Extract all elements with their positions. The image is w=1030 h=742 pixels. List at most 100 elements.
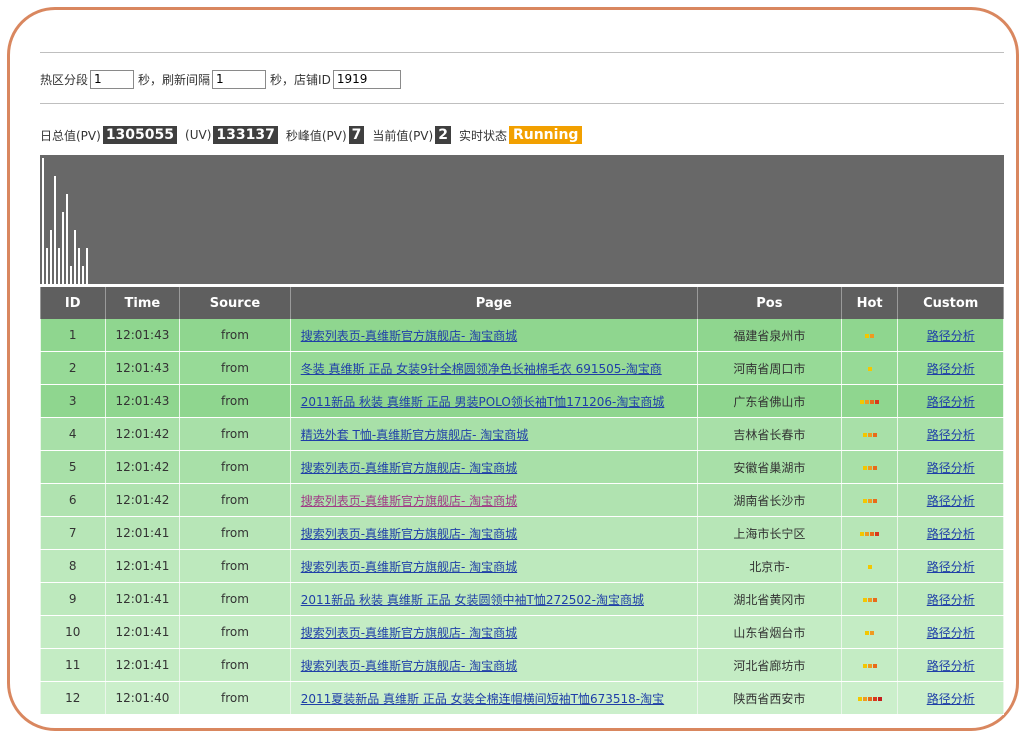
page-link[interactable]: 精选外套 T恤-真维斯官方旗舰店- 淘宝商城 [301, 428, 529, 442]
hot-square [862, 696, 867, 701]
hot-square [872, 498, 877, 503]
path-analysis-link[interactable]: 路径分析 [927, 659, 975, 673]
path-analysis-link[interactable]: 路径分析 [927, 362, 975, 376]
path-analysis-link[interactable]: 路径分析 [927, 527, 975, 541]
cell-source: from [179, 615, 291, 649]
cell-id: 4 [40, 417, 106, 451]
cell-pos: 北京市- [697, 549, 842, 583]
settings-row: 热区分段 秒，刷新间隔 秒，店铺ID [40, 68, 405, 90]
hot-indicator [857, 696, 882, 701]
table-row: 2 12:01:43 from 冬装 真维斯 正品 女装9针全棉圆领净色长袖棉毛衣 6… [40, 351, 1004, 385]
segment-label: 热区分段 [40, 72, 89, 87]
path-analysis-link[interactable]: 路径分析 [927, 593, 975, 607]
hot-indicator [860, 399, 880, 404]
page-link[interactable]: 冬装 真维斯 正品 女装9针全棉圆领净色长袖棉毛衣 691505-淘宝商 [301, 362, 662, 376]
peak-value: 7 [348, 126, 365, 144]
hot-square [865, 333, 870, 338]
chart-bar [54, 176, 56, 284]
page-link[interactable]: 搜索列表页-真维斯官方旗舰店- 淘宝商城 [301, 329, 517, 343]
cell-pos: 吉林省长春市 [697, 417, 842, 451]
header-col-hot: Hot [840, 287, 899, 319]
cell-source: from [179, 582, 291, 616]
page-link[interactable]: 搜索列表页-真维斯官方旗舰店- 淘宝商城 [301, 659, 517, 673]
path-analysis-link[interactable]: 路径分析 [927, 626, 975, 640]
table-row: 12 12:01:40 from 2011夏装新品 真维斯 正品 女装全棉连帽横间短袖… [40, 681, 1004, 715]
cell-source: from [179, 516, 291, 550]
path-analysis-link[interactable]: 路径分析 [927, 428, 975, 442]
middle-divider [40, 103, 1004, 104]
cell-page: 搜索列表页-真维斯官方旗舰店- 淘宝商城 [289, 615, 699, 649]
daily-pv-value: 1305055 [102, 126, 178, 144]
cell-time: 12:01:41 [104, 516, 181, 550]
hot-indicator [867, 564, 872, 569]
cell-time: 12:01:43 [104, 319, 181, 352]
hot-square [875, 399, 880, 404]
page-link[interactable]: 2011新品 秋装 真维斯 正品 男装POLO领长袖T恤171206-淘宝商城 [301, 395, 665, 409]
page-link[interactable]: 搜索列表页-真维斯官方旗舰店- 淘宝商城 [301, 461, 517, 475]
hot-indicator [862, 498, 877, 503]
cell-source: from [179, 351, 291, 385]
table-row: 3 12:01:43 from 2011新品 秋装 真维斯 正品 男装POLO领长袖T… [40, 384, 1004, 418]
cell-time: 12:01:43 [104, 384, 181, 418]
status-label: 实时状态 [458, 128, 507, 143]
path-analysis-link[interactable]: 路径分析 [927, 560, 975, 574]
chart-bar [70, 266, 72, 284]
cell-id: 11 [40, 648, 106, 682]
path-analysis-link[interactable]: 路径分析 [927, 329, 975, 343]
cell-hot [840, 483, 899, 517]
page-link[interactable]: 2011新品 秋装 真维斯 正品 女装圆领中袖T恤272502-淘宝商城 [301, 593, 644, 607]
cell-page: 冬装 真维斯 正品 女装9针全棉圆领净色长袖棉毛衣 691505-淘宝商 [289, 351, 699, 385]
cell-time: 12:01:40 [104, 681, 181, 715]
hot-square [865, 399, 870, 404]
chart-bar [66, 194, 68, 284]
interval-label: 秒，刷新间隔 [138, 72, 211, 87]
hot-square [857, 696, 862, 701]
page-link[interactable]: 搜索列表页-真维斯官方旗舰店- 淘宝商城 [301, 560, 517, 574]
cell-source: from [179, 681, 291, 715]
path-analysis-link[interactable]: 路径分析 [927, 461, 975, 475]
page-link[interactable]: 搜索列表页-真维斯官方旗舰店- 淘宝商城 [301, 527, 517, 541]
hot-square [872, 465, 877, 470]
hot-square [862, 597, 867, 602]
header-col-time: Time [104, 287, 181, 319]
cell-page: 搜索列表页-真维斯官方旗舰店- 淘宝商城 [289, 483, 699, 517]
cell-custom: 路径分析 [897, 582, 1004, 616]
table-row: 4 12:01:42 from 精选外套 T恤-真维斯官方旗舰店- 淘宝商城 吉林省长春… [40, 417, 1004, 451]
path-analysis-link[interactable]: 路径分析 [927, 692, 975, 706]
chart-bar [62, 212, 64, 284]
hot-indicator [867, 366, 872, 371]
hot-square [865, 531, 870, 536]
cell-time: 12:01:42 [104, 417, 181, 451]
cell-page: 搜索列表页-真维斯官方旗舰店- 淘宝商城 [289, 549, 699, 583]
chart-bar [42, 158, 44, 284]
cell-custom: 路径分析 [897, 615, 1004, 649]
realtime-pv-chart [40, 155, 1004, 284]
cell-page: 2011新品 秋装 真维斯 正品 男装POLO领长袖T恤171206-淘宝商城 [289, 384, 699, 418]
page-link[interactable]: 2011夏装新品 真维斯 正品 女装全棉连帽横间短袖T恤673518-淘宝 [301, 692, 664, 706]
path-analysis-link[interactable]: 路径分析 [927, 395, 975, 409]
visits-table: ID Time Source Page Pos Hot Custom 1 12:01:43 fr… [40, 287, 1004, 715]
hot-indicator [865, 630, 875, 635]
shop-id-input[interactable] [332, 69, 401, 89]
hot-square [862, 663, 867, 668]
hot-square [862, 498, 867, 503]
cell-hot [840, 319, 899, 352]
page-link[interactable]: 搜索列表页-真维斯官方旗舰店- 淘宝商城 [301, 494, 517, 508]
uv-value: 133137 [213, 126, 278, 144]
cell-id: 1 [40, 319, 106, 352]
cell-source: from [179, 450, 291, 484]
cell-page: 精选外套 T恤-真维斯官方旗舰店- 淘宝商城 [289, 417, 699, 451]
cell-custom: 路径分析 [897, 681, 1004, 715]
cell-time: 12:01:43 [104, 351, 181, 385]
cell-source: from [179, 549, 291, 583]
hot-square [872, 432, 877, 437]
hot-square [860, 399, 865, 404]
refresh-interval-input[interactable] [212, 69, 267, 89]
cell-source: from [179, 483, 291, 517]
path-analysis-link[interactable]: 路径分析 [927, 494, 975, 508]
page-link[interactable]: 搜索列表页-真维斯官方旗舰店- 淘宝商城 [301, 626, 517, 640]
segment-input[interactable] [90, 69, 135, 89]
hot-square [867, 498, 872, 503]
stats-row: 日总值(PV) 1305055 (UV) 133137 秒峰值(PV) 7 当前… [40, 124, 583, 146]
hot-square [865, 630, 870, 635]
